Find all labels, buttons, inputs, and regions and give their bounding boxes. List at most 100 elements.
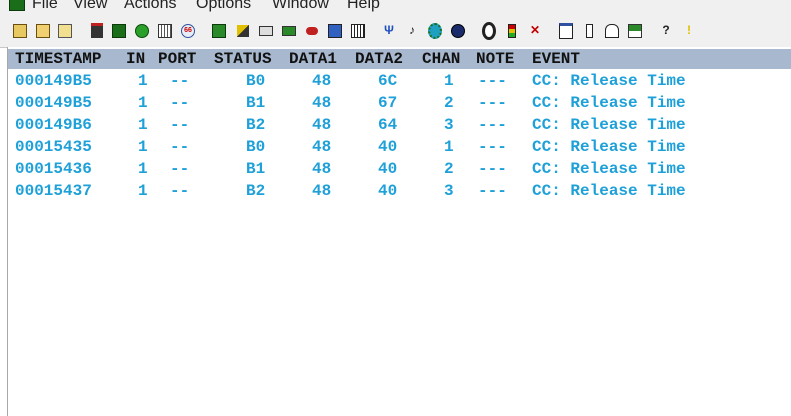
building-icon[interactable] xyxy=(605,23,619,38)
cell-timestamp: 00015436 xyxy=(15,160,92,178)
header-event[interactable]: EVENT xyxy=(532,49,580,69)
window-icon[interactable] xyxy=(559,22,573,39)
disc-icon[interactable] xyxy=(482,21,496,40)
globe-icon[interactable] xyxy=(451,23,465,38)
header-port[interactable]: PORT xyxy=(158,49,196,69)
cell-data2: 40 xyxy=(378,160,398,178)
cell-in: 1 xyxy=(138,72,148,90)
brush-icon[interactable] xyxy=(236,23,250,38)
record-icon[interactable] xyxy=(135,23,149,38)
cell-status: B0 xyxy=(246,138,266,156)
cell-port: -- xyxy=(170,160,190,178)
cell-chan: 3 xyxy=(444,182,454,200)
table-row[interactable]: 000149B6 1 -- B2 48 64 3 --- CC: Release… xyxy=(8,114,791,136)
cell-event: CC: Release Time xyxy=(532,160,686,178)
cell-note: --- xyxy=(478,94,507,112)
header-timestamp[interactable]: TIMESTAMP xyxy=(15,49,101,69)
app-icon xyxy=(9,0,25,11)
cell-in: 1 xyxy=(138,182,148,200)
cell-data2: 40 xyxy=(378,138,398,156)
toolbar: 66 Ψ ♪ ✕ ? ! xyxy=(0,14,791,48)
cell-timestamp: 00015435 xyxy=(15,138,92,156)
cell-in: 1 xyxy=(138,138,148,156)
cell-timestamp: 00015437 xyxy=(15,182,92,200)
header-note[interactable]: NOTE xyxy=(476,49,514,69)
traffic-light-icon[interactable] xyxy=(505,23,519,38)
film-icon[interactable] xyxy=(90,23,104,38)
menu-bar: File View Actions Options Window Help xyxy=(0,0,791,14)
cell-status: B2 xyxy=(246,116,266,134)
table-row[interactable]: 00015436 1 -- B1 48 40 2 --- CC: Release… xyxy=(8,158,791,180)
cell-data1: 48 xyxy=(312,94,332,112)
cell-chan: 2 xyxy=(444,94,454,112)
cell-chan: 1 xyxy=(444,72,454,90)
open-icon[interactable] xyxy=(13,23,27,38)
cell-event: CC: Release Time xyxy=(532,72,686,90)
cell-data1: 48 xyxy=(312,182,332,200)
cell-status: B1 xyxy=(246,94,266,112)
header-status[interactable]: STATUS xyxy=(214,49,272,69)
cell-event: CC: Release Time xyxy=(532,94,686,112)
cell-timestamp: 000149B6 xyxy=(15,116,92,134)
cell-data1: 48 xyxy=(312,160,332,178)
note-icon[interactable]: ♪ xyxy=(405,23,419,38)
cell-event: CC: Release Time xyxy=(532,138,686,156)
cell-port: -- xyxy=(170,138,190,156)
menu-file[interactable]: File xyxy=(32,0,58,13)
cell-port: -- xyxy=(170,116,190,134)
table-row[interactable]: 00015435 1 -- B0 48 40 1 --- CC: Release… xyxy=(8,136,791,158)
cell-event: CC: Release Time xyxy=(532,116,686,134)
cell-data2: 64 xyxy=(378,116,398,134)
menu-help[interactable]: Help xyxy=(347,0,380,13)
open-folder-icon[interactable] xyxy=(36,23,50,38)
close-x-icon[interactable]: ✕ xyxy=(528,23,542,38)
cell-data2: 67 xyxy=(378,94,398,112)
filter-icon[interactable]: Ψ xyxy=(382,23,396,38)
cell-timestamp: 000149B5 xyxy=(15,94,92,112)
midi-port-icon[interactable] xyxy=(259,23,273,38)
header-data1[interactable]: DATA1 xyxy=(289,49,337,69)
cell-port: -- xyxy=(170,182,190,200)
split-icon[interactable] xyxy=(582,23,596,38)
menu-view[interactable]: View xyxy=(73,0,107,13)
cell-note: --- xyxy=(478,182,507,200)
film-clip-icon[interactable] xyxy=(112,23,126,38)
menu-options[interactable]: Options xyxy=(196,0,251,13)
cell-chan: 1 xyxy=(444,138,454,156)
cable-icon[interactable] xyxy=(305,23,319,38)
cell-in: 1 xyxy=(138,116,148,134)
cell-in: 1 xyxy=(138,94,148,112)
header-chan[interactable]: CHAN xyxy=(422,49,460,69)
header-in[interactable]: IN xyxy=(126,49,145,69)
table-row[interactable]: 000149B5 1 -- B0 48 6C 1 --- CC: Release… xyxy=(8,70,791,92)
menu-actions[interactable]: Actions xyxy=(124,0,176,13)
monitor-icon[interactable] xyxy=(328,23,342,38)
cell-data2: 40 xyxy=(378,182,398,200)
cell-port: -- xyxy=(170,94,190,112)
cell-note: --- xyxy=(478,72,507,90)
keyboard-icon[interactable] xyxy=(212,23,226,38)
save-icon[interactable] xyxy=(58,23,72,38)
device-icon[interactable] xyxy=(282,23,296,38)
table-row[interactable]: 000149B5 1 -- B1 48 67 2 --- CC: Release… xyxy=(8,92,791,114)
header-data2[interactable]: DATA2 xyxy=(355,49,403,69)
cell-data1: 48 xyxy=(312,72,332,90)
grid-icon[interactable] xyxy=(158,23,172,38)
cell-note: --- xyxy=(478,160,507,178)
flag-icon[interactable] xyxy=(628,23,642,38)
table-row[interactable]: 00015437 1 -- B2 48 40 3 --- CC: Release… xyxy=(8,180,791,202)
piano-icon[interactable] xyxy=(351,23,365,38)
cell-event: CC: Release Time xyxy=(532,182,686,200)
exclamation-icon[interactable]: ! xyxy=(682,23,696,38)
cell-status: B0 xyxy=(246,72,266,90)
event-monitor-panel: TIMESTAMP IN PORT STATUS DATA1 DATA2 CHA… xyxy=(7,47,791,416)
tempo-66-icon[interactable]: 66 xyxy=(181,23,195,38)
help-icon[interactable]: ? xyxy=(659,23,673,38)
cell-note: --- xyxy=(478,116,507,134)
cell-chan: 3 xyxy=(444,116,454,134)
cell-chan: 2 xyxy=(444,160,454,178)
gear-icon[interactable] xyxy=(428,22,442,39)
cell-in: 1 xyxy=(138,160,148,178)
cell-data1: 48 xyxy=(312,116,332,134)
menu-window[interactable]: Window xyxy=(272,0,329,13)
